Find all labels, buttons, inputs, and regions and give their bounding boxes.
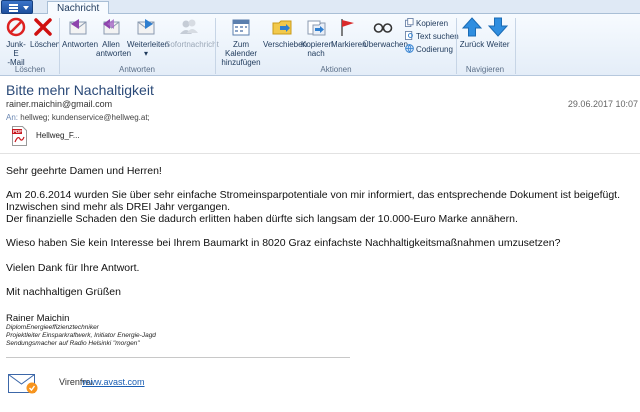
forward-button[interactable]: Weiterleiten ▾ (127, 16, 169, 58)
body-greeting: Sehr geehrte Damen und Herren! (6, 165, 162, 177)
to-label: An: (6, 113, 19, 122)
signature-line: Projektleiter Einsparkraftwerk, Initiato… (6, 332, 156, 339)
instant-message-button[interactable]: Sofortnachricht (165, 16, 219, 49)
attachment[interactable]: PDF Hellweg_F... (12, 126, 132, 148)
message-sender[interactable]: rainer.maichin@gmail.com (6, 99, 112, 109)
group-separator (59, 18, 60, 74)
find-text-icon (405, 31, 413, 40)
signature-line: Sendungsmacher auf Radio Helsinki "morge… (6, 340, 140, 347)
next-message-button[interactable]: Weiter (485, 16, 511, 49)
calendar-icon (232, 19, 250, 36)
delete-label: Löschen (30, 40, 61, 49)
signature-name: Rainer Maichin (6, 313, 70, 324)
group-label-navigate: Navigieren (465, 65, 505, 74)
flag-icon (341, 19, 354, 36)
body-paragraph-line: Am 20.6.2014 wurden Sie über sehr einfac… (6, 189, 621, 201)
avast-mail-icon (8, 374, 38, 394)
back-label: Zurück (459, 40, 485, 49)
junk-mail-button[interactable]: Junk-E -Mail (4, 16, 28, 67)
move-folder-icon (272, 20, 292, 35)
arrow-down-icon (487, 17, 509, 37)
avast-link[interactable]: www.avast.com (82, 377, 145, 387)
calendar-label-1: Zum Kalender (224, 40, 258, 58)
ribbon: Junk-E -Mail Löschen Löschen Antworten A… (0, 14, 640, 76)
people-icon (180, 19, 198, 34)
add-to-calendar-button[interactable]: Zum Kalender hinzufügen (218, 16, 264, 67)
group-label-respond: Antworten (118, 65, 156, 74)
pdf-icon: PDF (12, 126, 27, 146)
recipient-line: An: hellweg; kundenservice@hellweg.at; (6, 113, 150, 122)
encoding-icon (405, 44, 414, 53)
reply-button[interactable]: Antworten (62, 16, 98, 49)
body-paragraph-line: Vielen Dank für Ihre Antwort. (6, 262, 140, 274)
glasses-icon (373, 23, 393, 33)
body-paragraph-line: Inzwischen sind mehr als DREI Jahr verga… (6, 201, 231, 213)
delete-x-icon (34, 18, 52, 36)
group-separator (215, 18, 216, 74)
chevron-down-icon (23, 6, 29, 10)
forward-dropdown-icon: ▾ (143, 49, 148, 58)
copy-to-label-1: Kopieren (301, 40, 334, 49)
find-text-button[interactable]: Text suchen (405, 31, 459, 42)
copy-to-folder-button[interactable]: Kopieren nach (301, 16, 334, 58)
reply-icon (69, 19, 87, 35)
previous-message-button[interactable]: Zurück (459, 16, 485, 49)
signature-line: DiplomEnergieeffizienztechniker (6, 324, 99, 331)
delete-button[interactable]: Löschen (30, 16, 60, 49)
copy-to-label-2: nach (307, 49, 325, 58)
message-subject: Bitte mehr Nachaltigkeit (6, 82, 154, 98)
next-label: Weiter (486, 40, 510, 49)
forward-label: Weiterleiten (127, 40, 170, 49)
application-menu-button[interactable] (1, 0, 33, 14)
group-separator (515, 18, 516, 74)
header-divider (0, 153, 640, 154)
instant-message-label: Sofortnachricht (165, 40, 219, 49)
watch-button[interactable]: Überwachen (363, 16, 408, 49)
ribbon-tab-bar: Nachricht (0, 0, 640, 15)
footer-divider (6, 357, 350, 358)
junk-icon (6, 17, 26, 37)
arrow-up-icon (461, 17, 483, 37)
reply-all-label-1: Allen (102, 40, 120, 49)
encoding-button[interactable]: Codierung (405, 44, 453, 55)
encoding-label: Codierung (416, 45, 453, 54)
reply-all-button[interactable]: Allen antworten (96, 16, 131, 58)
flag-button[interactable]: Markieren (331, 16, 367, 49)
copy-label: Kopieren (416, 19, 449, 28)
message-date: 29.06.2017 10:07 (567, 99, 638, 109)
attachment-name: Hellweg_F... (36, 131, 80, 140)
tab-message[interactable]: Nachricht (47, 1, 110, 15)
copy-icon (405, 18, 414, 27)
find-text-label: Text suchen (416, 32, 459, 41)
copy-folder-icon (307, 20, 326, 36)
to-recipients[interactable]: hellweg; kundenservice@hellweg.at; (20, 113, 150, 122)
copy-button[interactable]: Kopieren (405, 18, 448, 29)
svg-text:PDF: PDF (13, 129, 22, 134)
flag-label: Markieren (331, 40, 367, 49)
body-closing: Mit nachhaltigen Grüßen (6, 286, 121, 298)
reply-all-icon (103, 19, 120, 35)
group-label-delete: Löschen (14, 65, 46, 74)
body-paragraph-line: Wieso haben Sie kein Interesse bei Ihrem… (6, 237, 561, 249)
reply-all-label-2: antworten (96, 49, 132, 58)
reply-label: Antworten (62, 40, 99, 49)
junk-mail-label-1: Junk-E (6, 40, 26, 58)
group-separator (456, 18, 457, 74)
group-label-actions: Aktionen (320, 65, 352, 74)
watch-label: Überwachen (363, 40, 408, 49)
forward-icon (137, 19, 155, 35)
move-button[interactable]: Verschieben (263, 16, 307, 49)
body-paragraph-line: Der finanzielle Schaden den Sie dadurch … (6, 213, 518, 225)
